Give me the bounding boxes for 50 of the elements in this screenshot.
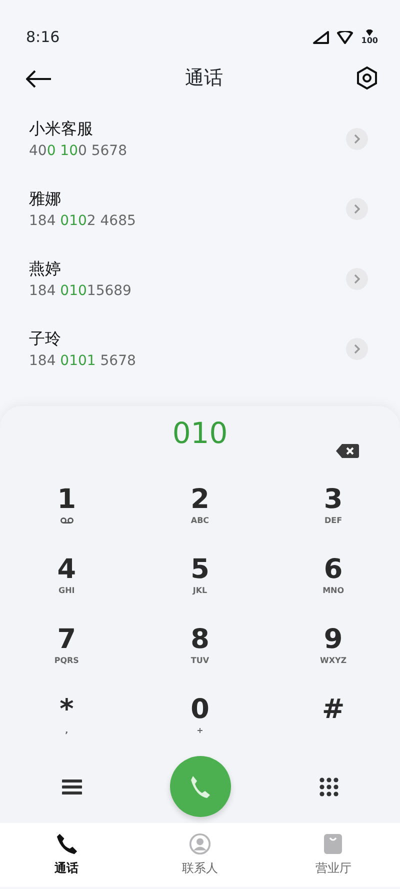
back-icon — [26, 70, 52, 88]
settings-button[interactable] — [356, 66, 378, 90]
phone-number: 400 100 5678 — [29, 142, 127, 160]
contact-name: 燕婷 — [29, 258, 62, 280]
page-title: 通话 — [185, 66, 223, 91]
chevron-icon — [353, 274, 361, 284]
dial-key[interactable]: # — [288, 682, 378, 748]
nav-tab[interactable]: 联系人 — [144, 833, 255, 877]
dial-key[interactable]: 7 PQRS — [22, 612, 112, 678]
dial-key[interactable]: 2 ABC — [154, 472, 245, 538]
phone-icon — [188, 774, 212, 800]
chevron-icon — [353, 204, 361, 214]
dial-key[interactable]: 5 JKL — [154, 542, 245, 608]
status-time: 8:16 — [26, 26, 60, 48]
signal-icon — [313, 30, 330, 44]
dial-key[interactable]: 8 TUV — [154, 612, 245, 678]
nav-tab[interactable]: 通话 — [12, 833, 122, 877]
phone-icon — [56, 833, 78, 855]
backspace-icon — [335, 443, 360, 460]
dialpad-icon — [318, 776, 338, 797]
chevron-icon — [353, 134, 361, 144]
detail-button[interactable] — [346, 268, 368, 290]
dial-key[interactable]: 1 — [22, 472, 112, 538]
battery-level: 100 — [361, 37, 378, 45]
dial-key[interactable]: 6 MNO — [288, 542, 378, 608]
contact-name: 雅娜 — [29, 188, 62, 210]
detail-button[interactable] — [346, 338, 368, 360]
dial-key[interactable]: 4 GHI — [22, 542, 112, 608]
chevron-icon — [353, 344, 361, 354]
call-button[interactable] — [170, 756, 230, 818]
wifi-icon — [337, 30, 354, 44]
bag-icon — [323, 833, 344, 855]
detail-button[interactable] — [346, 128, 368, 150]
dial-key[interactable]: 9 WXYZ — [288, 612, 378, 678]
contact-name: 小米客服 — [29, 118, 94, 140]
detail-button[interactable] — [346, 198, 368, 220]
person-icon — [188, 833, 211, 855]
dial-key[interactable]: 3 DEF — [288, 472, 378, 538]
contact-name: 子玲 — [29, 328, 62, 350]
dial-key[interactable]: 0 + — [154, 682, 245, 748]
phone-number: 184 0101 5678 — [29, 352, 136, 370]
menu-icon — [62, 778, 82, 795]
dial-key[interactable]: * , — [22, 682, 112, 748]
phone-number: 184 0102 4685 — [29, 212, 136, 230]
settings-icon — [356, 66, 378, 90]
voicemail-icon — [60, 517, 74, 524]
dialed-number: 010 — [172, 415, 228, 452]
battery-icon — [365, 29, 374, 37]
nav-tab[interactable]: 营业厅 — [278, 833, 388, 877]
phone-number: 184 01015689 — [29, 282, 132, 300]
